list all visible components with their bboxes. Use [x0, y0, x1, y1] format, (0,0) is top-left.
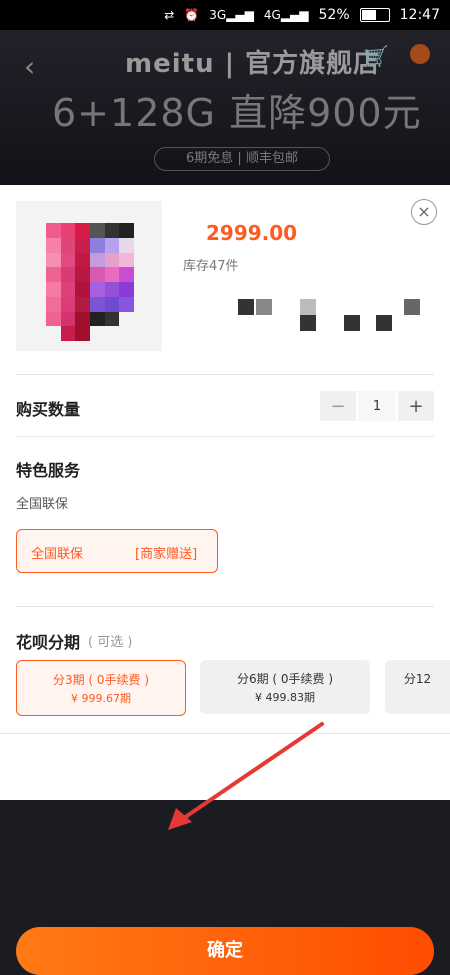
- promo-subtitle: 6期免息 | 顺丰包邮: [154, 147, 330, 171]
- image-pixel: [75, 223, 90, 238]
- image-pixel: [104, 311, 120, 327]
- installment-option-label: 分12: [403, 672, 432, 686]
- status-bar: ⇄ ⏰ 3G▂▄▆ 4G▂▄▆ 52% 12:47: [0, 0, 450, 30]
- image-pixel: [104, 223, 120, 238]
- image-pixel: [60, 311, 76, 327]
- image-pixel: [90, 267, 105, 282]
- special-service-title: 特色服务: [16, 461, 81, 480]
- image-pixel: [75, 267, 90, 282]
- alarm-icon: ⏰: [184, 8, 200, 22]
- image-pixel: [60, 326, 76, 341]
- image-pixel: [46, 267, 61, 282]
- warranty-service-chip[interactable]: 全国联保 [商家赠送]: [16, 529, 218, 573]
- image-pixel: [46, 296, 61, 312]
- sku-bottom-sheet: × 2999.00 库存47件 购买数量 − 1 + 特色服务 全国联保 全国联…: [0, 185, 450, 975]
- image-pixel: [119, 223, 134, 238]
- status-icons: ⇄ ⏰ 3G▂▄▆ 4G▂▄▆ 52% 12:47: [164, 7, 440, 23]
- signal-4g-icon: 4G▂▄▆: [263, 8, 309, 22]
- image-pixel: [46, 237, 61, 253]
- annotation-arrow-icon: [168, 722, 324, 830]
- image-pixel: [46, 252, 61, 268]
- image-pixel: [75, 311, 90, 327]
- image-pixel: [104, 326, 120, 341]
- notification-dot: [410, 44, 430, 64]
- image-pixel: [75, 237, 90, 253]
- image-pixel: [75, 326, 90, 341]
- quantity-label: 购买数量: [16, 400, 81, 419]
- sync-off-icon: ⇄: [164, 8, 175, 22]
- image-pixel: [60, 223, 76, 238]
- image-pixel: [119, 237, 134, 253]
- special-service-subtitle: 全国联保: [16, 497, 69, 512]
- image-pixel: [104, 237, 120, 253]
- warranty-chip-label: 全国联保: [31, 547, 84, 562]
- warranty-chip-tag: [商家赠送]: [135, 547, 198, 562]
- image-pixel: [60, 267, 76, 282]
- battery-percent: 52%: [318, 7, 350, 23]
- promo-title: 6+128G 直降900元: [52, 91, 422, 135]
- image-pixel: [60, 252, 76, 268]
- product-thumbnail: [16, 201, 162, 351]
- store-brand: meitu | 官方旗舰店: [125, 49, 381, 79]
- image-pixel: [90, 282, 105, 297]
- battery-icon: [359, 8, 390, 22]
- price: 2999.00: [206, 221, 298, 245]
- image-pixel: [46, 282, 61, 297]
- divider: [16, 374, 434, 375]
- image-pixel: [104, 252, 120, 268]
- installment-option-6[interactable]: 分6期 ( 0手续费 ) ¥ 499.83期: [200, 660, 370, 714]
- installment-option-amount: ¥ 499.83期: [255, 691, 315, 704]
- close-button[interactable]: ×: [411, 199, 437, 225]
- stock-count: 库存47件: [183, 259, 239, 274]
- confirm-button[interactable]: 确定: [16, 927, 434, 975]
- quantity-decrement-button[interactable]: −: [320, 391, 356, 421]
- installment-optional-note: ( 可选 ): [88, 635, 133, 650]
- redacted-variant-text: [238, 299, 438, 333]
- image-pixel: [104, 296, 120, 312]
- quantity-value[interactable]: 1: [358, 391, 396, 421]
- divider: [16, 606, 434, 607]
- installment-title: 花呗分期: [16, 633, 81, 652]
- image-pixel: [90, 326, 105, 341]
- back-arrow-icon[interactable]: ‹: [24, 50, 35, 83]
- image-pixel: [90, 296, 105, 312]
- image-pixel: [90, 252, 105, 268]
- image-pixel: [119, 252, 134, 268]
- image-pixel: [46, 326, 61, 341]
- installment-option-amount: ¥ 999.67期: [71, 692, 131, 705]
- image-pixel: [46, 223, 61, 238]
- background-store-page: ‹ meitu | 官方旗舰店 🛒 6+128G 直降900元 6期免息 | 顺…: [0, 30, 450, 185]
- cart-icon[interactable]: 🛒: [364, 44, 389, 68]
- clock: 12:47: [399, 7, 440, 23]
- quantity-stepper: − 1 +: [320, 391, 434, 421]
- image-pixel: [119, 296, 134, 312]
- image-pixel: [75, 296, 90, 312]
- image-pixel: [75, 252, 90, 268]
- image-pixel: [90, 237, 105, 253]
- pixelated-image: [46, 223, 134, 341]
- image-pixel: [60, 296, 76, 312]
- image-pixel: [90, 223, 105, 238]
- image-pixel: [119, 326, 134, 341]
- image-pixel: [104, 282, 120, 297]
- image-pixel: [46, 311, 61, 327]
- divider: [16, 436, 434, 437]
- installment-option-label: 分3期 ( 0手续费 ): [52, 673, 150, 687]
- image-pixel: [60, 282, 76, 297]
- image-pixel: [75, 282, 90, 297]
- image-pixel: [90, 311, 105, 327]
- installment-option-label: 分6期 ( 0手续费 ): [236, 672, 334, 686]
- quantity-increment-button[interactable]: +: [398, 391, 434, 421]
- image-pixel: [119, 267, 134, 282]
- installment-option-12[interactable]: 分12: [385, 660, 450, 714]
- signal-3g-icon: 3G▂▄▆: [209, 8, 254, 22]
- image-pixel: [104, 267, 120, 282]
- image-pixel: [119, 311, 134, 327]
- image-pixel: [60, 237, 76, 253]
- installment-option-3[interactable]: 分3期 ( 0手续费 ) ¥ 999.67期: [16, 660, 186, 716]
- image-pixel: [119, 282, 134, 297]
